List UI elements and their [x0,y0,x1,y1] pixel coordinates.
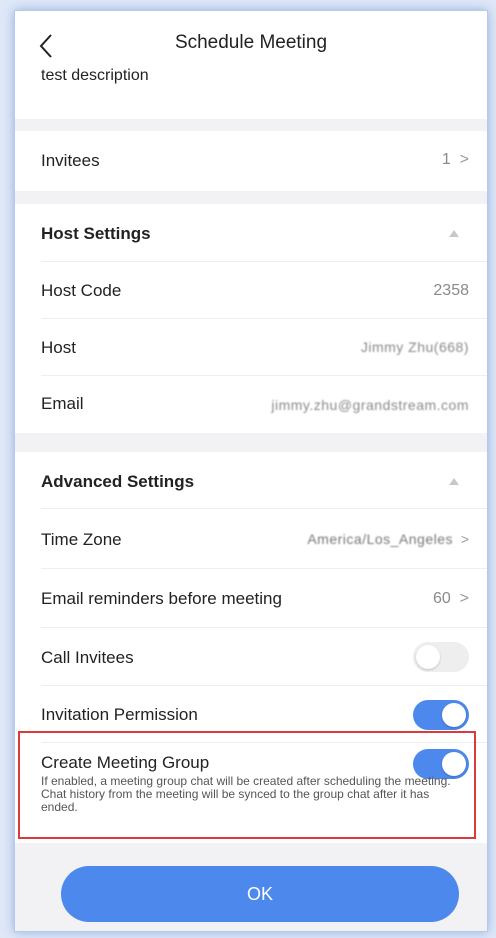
top-bar: Schedule Meeting [15,11,487,68]
toggle-knob [442,703,466,727]
host-row: Host Jimmy Zhu(668) [15,319,487,376]
time-zone-text: America/Los_Angeles [307,531,454,547]
ok-button[interactable]: OK [61,866,459,922]
invitees-label: Invitees [41,151,100,170]
email-reminders-value: 60 > [433,590,469,608]
call-invitees-toggle[interactable] [413,642,469,672]
invitation-permission-row: Invitation Permission [15,686,487,743]
email-reminders-label: Email reminders before meeting [41,589,282,608]
email-row: Email jimmy.zhu@grandstream.com [15,376,487,433]
host-code-row: Host Code 2358 [15,262,487,319]
host-settings-title: Host Settings [41,224,151,243]
host-value: Jimmy Zhu(668) [360,339,469,355]
create-meeting-group-help: If enabled, a meeting group chat will be… [41,774,451,814]
host-code-label: Host Code [41,281,122,300]
description-text: test description [41,67,149,84]
invitees-value: 1 > [442,151,469,169]
create-meeting-group-label: Create Meeting Group [41,753,210,772]
chevron-right-icon: > [459,151,469,168]
collapse-caret-icon[interactable] [449,230,459,237]
toggle-knob [416,645,440,669]
time-zone-row[interactable]: Time Zone America/Los_Angeles > [15,509,487,569]
email-value: jimmy.zhu@grandstream.com [271,397,469,413]
advanced-settings-header[interactable]: Advanced Settings [15,452,487,509]
invitation-permission-label: Invitation Permission [41,705,198,724]
call-invitees-row: Call Invitees [15,628,487,686]
email-reminders-row[interactable]: Email reminders before meeting 60 > [15,569,487,628]
time-zone-label: Time Zone [41,530,122,549]
page-title: Schedule Meeting [174,32,328,53]
toggle-knob [442,752,466,776]
email-reminders-minutes: 60 [432,590,451,607]
collapse-caret-icon[interactable] [449,478,459,485]
email-label: Email [41,394,84,413]
phone-screen: Schedule Meeting test description Invite… [14,10,488,932]
description-field[interactable]: test description [15,67,487,119]
chevron-right-icon: > [459,590,469,607]
invitees-count: 1 [441,151,451,168]
host-settings-header[interactable]: Host Settings [15,204,487,262]
chevron-right-icon: > [460,531,469,547]
time-zone-value: America/Los_Angeles > [307,531,469,547]
invitees-row[interactable]: Invitees 1 > [15,131,487,191]
call-invitees-label: Call Invitees [41,648,134,667]
host-label: Host [41,338,76,357]
advanced-settings-title: Advanced Settings [41,472,195,491]
create-meeting-group-row: Create Meeting Group If enabled, a meeti… [15,743,487,843]
invitation-permission-toggle[interactable] [413,700,469,730]
host-code-value: 2358 [433,282,469,299]
